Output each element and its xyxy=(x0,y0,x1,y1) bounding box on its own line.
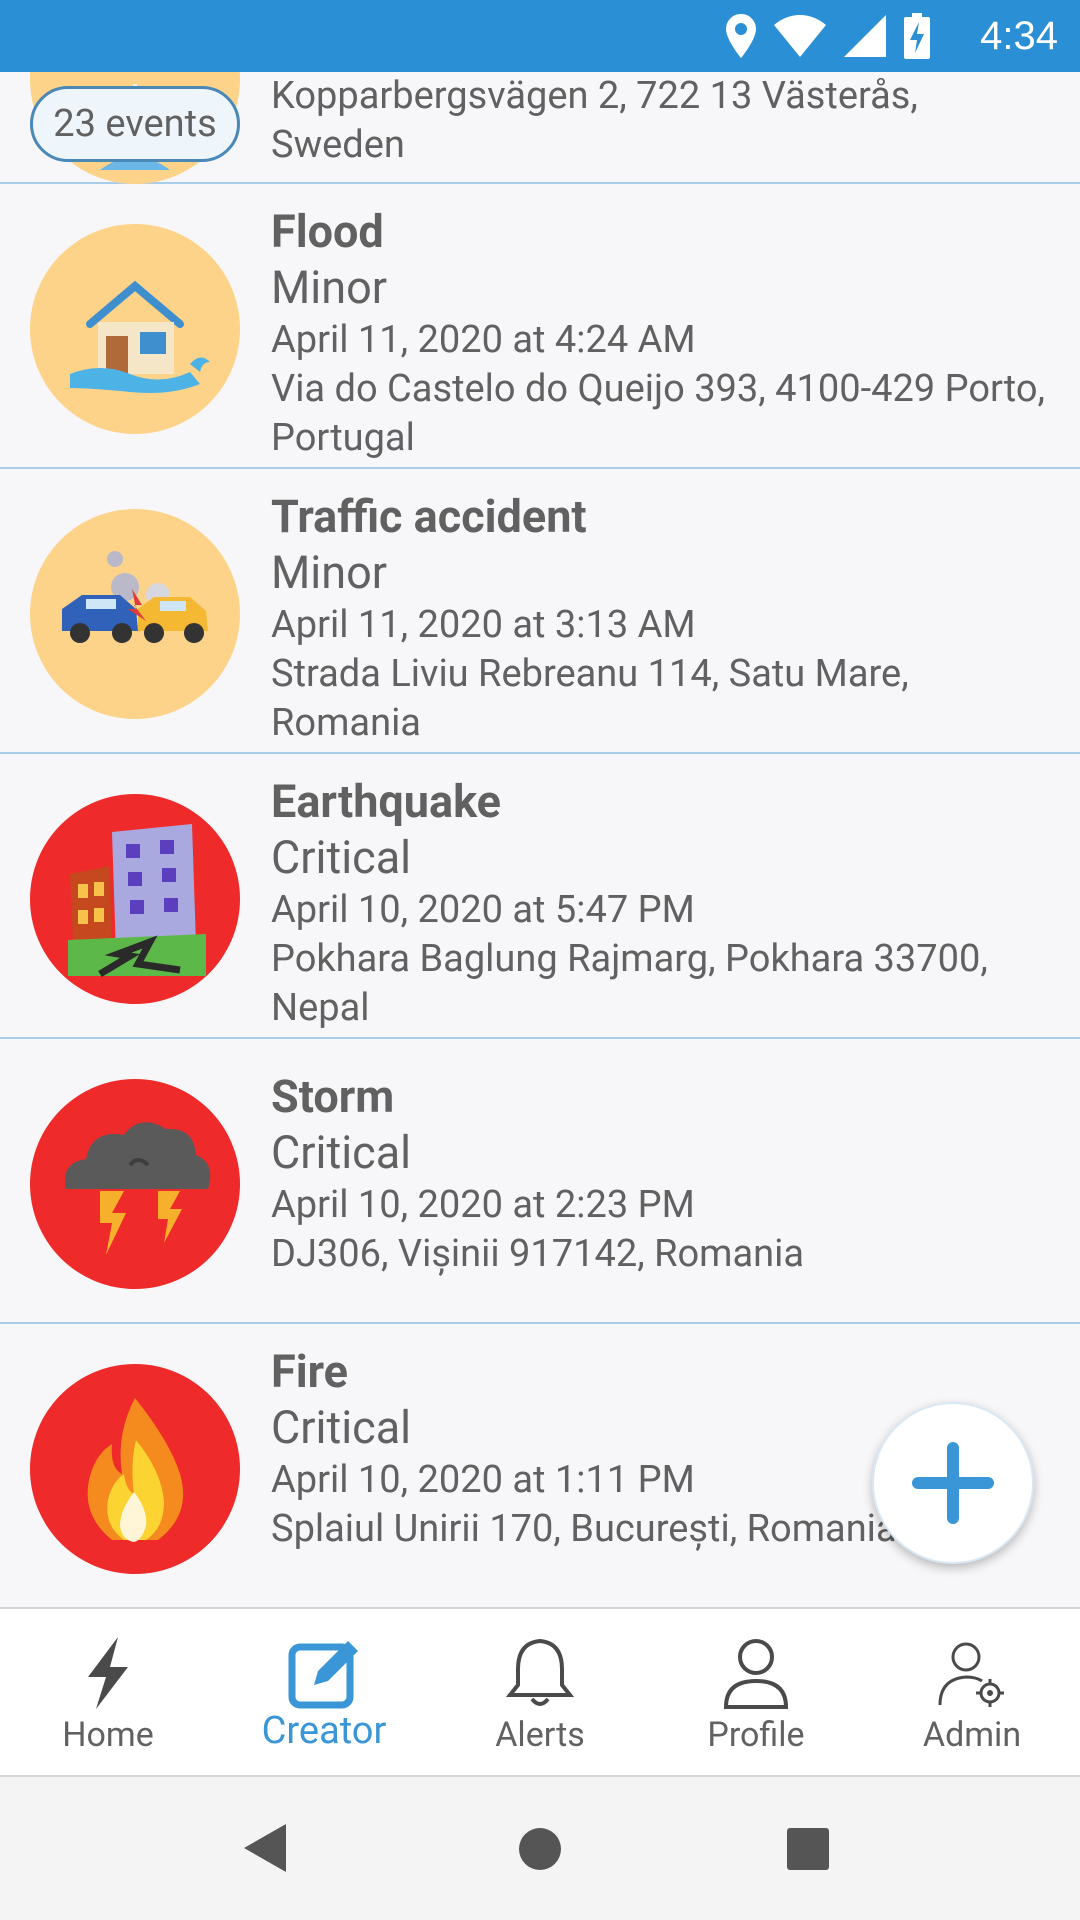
event-severity: Minor xyxy=(271,261,387,314)
event-date: April 10, 2020 at 5:47 PM xyxy=(271,888,695,932)
system-navigation-bar xyxy=(0,1777,1080,1920)
events-count-badge[interactable]: 23 events xyxy=(30,86,240,162)
nav-creator[interactable]: Creator xyxy=(216,1609,432,1777)
event-date: April 10, 2020 at 2:23 PM xyxy=(271,1183,695,1227)
user-icon xyxy=(723,1639,789,1709)
nav-admin-label: Admin xyxy=(922,1715,1022,1755)
event-address: Strada Liviu Rebreanu 114, Satu Mare, Ro… xyxy=(271,652,909,745)
status-icons xyxy=(726,12,930,60)
event-severity: Critical xyxy=(271,831,412,884)
event-date: April 11, 2020 at 4:24 AM xyxy=(271,318,696,362)
list-item[interactable]: Traffic accident Minor April 11, 2020 at… xyxy=(0,469,1080,754)
battery-charging-icon xyxy=(904,13,930,59)
nav-admin[interactable]: Admin xyxy=(864,1609,1080,1777)
lightning-icon xyxy=(88,1637,128,1709)
event-date: April 11, 2020 at 3:13 AM xyxy=(271,603,696,647)
recents-icon[interactable] xyxy=(786,1827,830,1871)
event-severity: Critical xyxy=(271,1126,412,1179)
status-bar: 4:34 xyxy=(0,0,1080,72)
status-time: 4:34 xyxy=(980,14,1058,58)
admin-user-gear-icon xyxy=(938,1642,1004,1707)
event-details: Earthquake Critical April 10, 2020 at 5:… xyxy=(271,774,1051,1033)
location-icon xyxy=(726,14,756,58)
edit-icon xyxy=(288,1641,358,1709)
event-title: Traffic accident xyxy=(271,490,587,543)
list-item[interactable]: Storm Critical April 10, 2020 at 2:23 PM… xyxy=(0,1039,1080,1324)
earthquake-icon xyxy=(30,794,240,1004)
nav-alerts[interactable]: Alerts xyxy=(432,1609,648,1777)
event-address: Pokhara Baglung Rajmarg, Pokhara 33700, … xyxy=(271,937,988,1030)
plus-icon xyxy=(912,1442,994,1524)
nav-alerts-label: Alerts xyxy=(495,1715,585,1755)
list-item[interactable]: Flood Minor April 11, 2020 at 4:24 AM Vi… xyxy=(0,184,1080,469)
cell-signal-icon xyxy=(844,15,886,57)
car-crash-icon xyxy=(30,509,240,719)
event-address: Kopparbergsvägen 2, 722 13 Västerås, Swe… xyxy=(271,74,918,167)
wifi-icon xyxy=(774,15,826,57)
event-address: DJ306, Vișinii 917142, Romania xyxy=(271,1232,805,1276)
event-title: Earthquake xyxy=(271,775,501,828)
back-icon[interactable] xyxy=(242,1822,288,1874)
event-list[interactable]: 23 events Kopparbergsvägen 2, 722 13 Väs… xyxy=(0,72,1080,1607)
event-title: Storm xyxy=(271,1070,395,1123)
nav-home-label: Home xyxy=(62,1715,154,1755)
bell-icon xyxy=(505,1638,575,1706)
event-address: Via do Castelo do Queijo 393, 4100-429 P… xyxy=(271,367,1046,460)
event-title: Fire xyxy=(271,1345,348,1398)
flood-icon xyxy=(30,224,240,434)
event-details: Traffic accident Minor April 11, 2020 at… xyxy=(271,489,1051,748)
fire-icon xyxy=(30,1364,240,1574)
nav-profile-label: Profile xyxy=(707,1715,805,1755)
event-details: Storm Critical April 10, 2020 at 2:23 PM… xyxy=(271,1069,1051,1279)
event-details: Flood Minor April 11, 2020 at 4:24 AM Vi… xyxy=(271,204,1051,463)
list-item[interactable]: 23 events Kopparbergsvägen 2, 722 13 Väs… xyxy=(0,72,1080,184)
nav-profile[interactable]: Profile xyxy=(648,1609,864,1777)
event-severity: Minor xyxy=(271,546,387,599)
bottom-navigation: Home Creator Alerts Profile Admin xyxy=(0,1607,1080,1777)
home-icon[interactable] xyxy=(517,1826,563,1872)
list-item[interactable]: Earthquake Critical April 10, 2020 at 5:… xyxy=(0,754,1080,1039)
event-title: Flood xyxy=(271,205,384,258)
add-event-button[interactable] xyxy=(872,1402,1034,1564)
nav-home[interactable]: Home xyxy=(0,1609,216,1777)
nav-creator-label: Creator xyxy=(261,1709,387,1753)
storm-icon xyxy=(30,1079,240,1289)
